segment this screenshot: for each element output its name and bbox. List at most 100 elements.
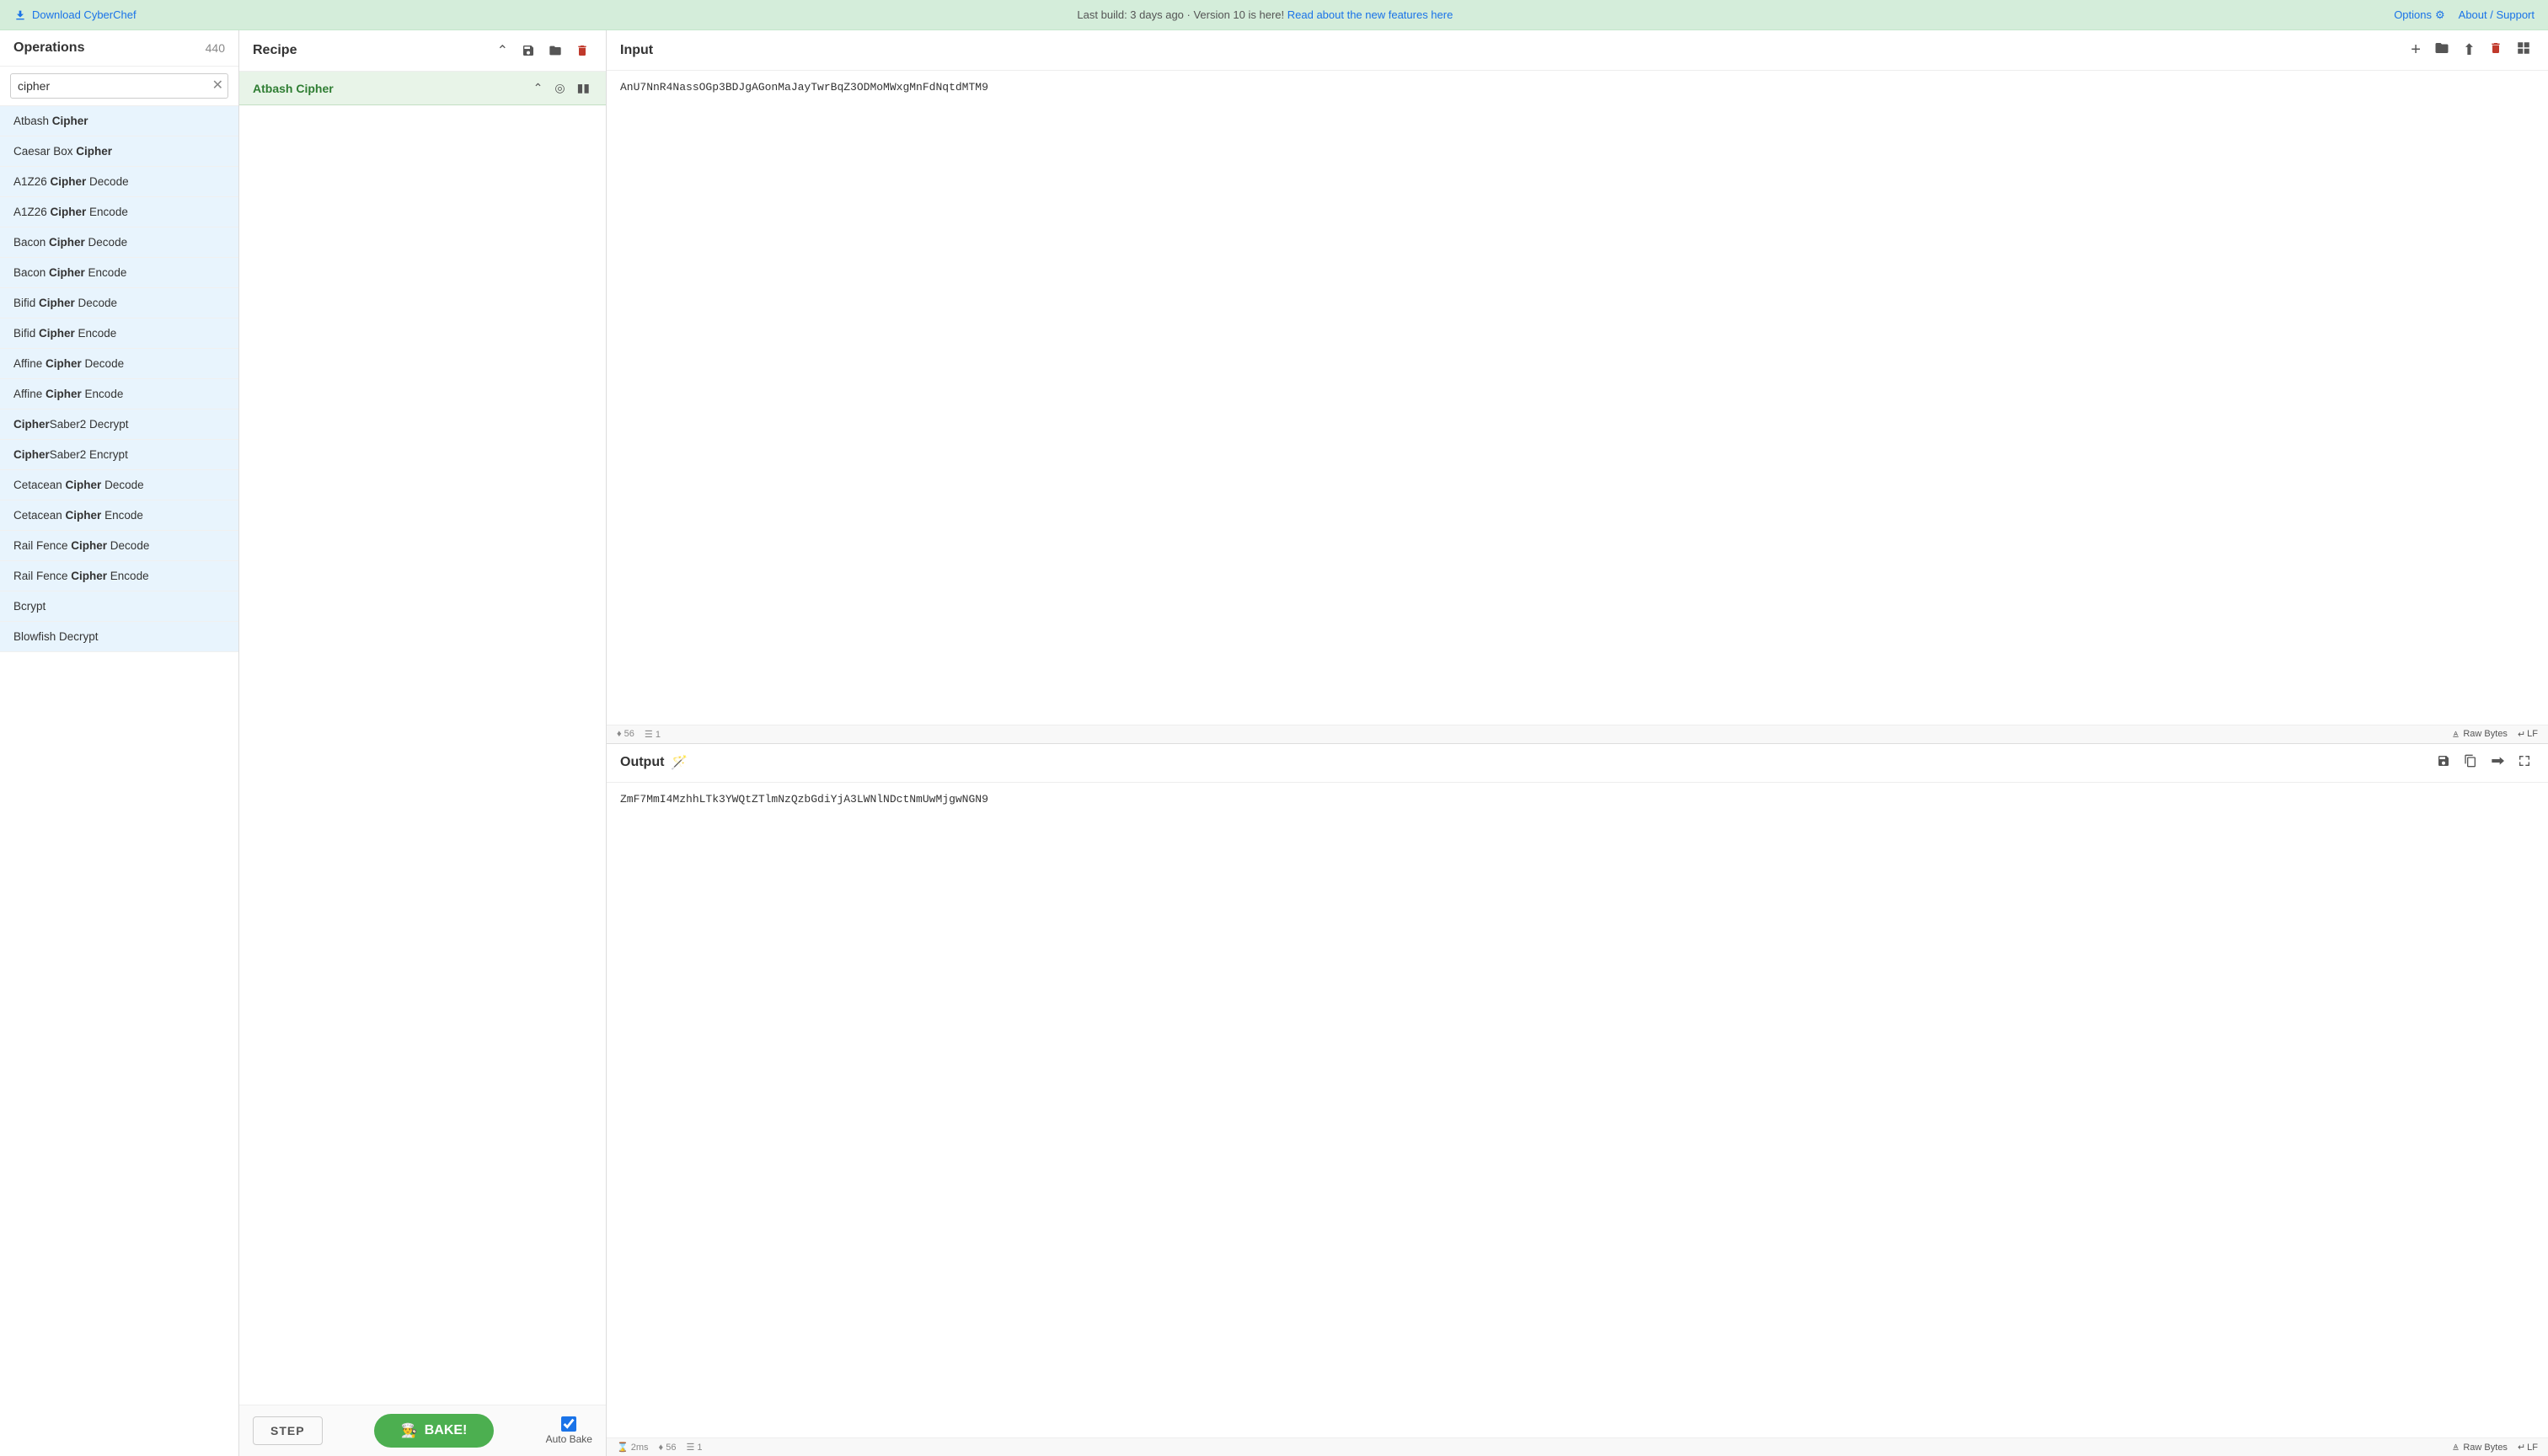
operation-item[interactable]: A1Z26 Cipher Decode <box>0 167 238 197</box>
fullscreen-output-button[interactable] <box>2514 752 2535 774</box>
operations-list: Atbash CipherCaesar Box CipherA1Z26 Ciph… <box>0 106 238 1456</box>
magic-wand-button[interactable]: 🪄 <box>671 754 688 771</box>
operation-item[interactable]: Bifid Cipher Encode <box>0 318 238 349</box>
recipe-item-name: Atbash Cipher <box>253 82 334 95</box>
recipe-title: Recipe <box>253 43 297 58</box>
output-statusbar-left: ⌛ 2ms ♦ 56 ☰ 1 <box>617 1442 703 1453</box>
auto-bake-label: Auto Bake <box>546 1433 592 1445</box>
recipe-item-atbash: Atbash Cipher ⌃ ◎ ▮▮ <box>239 72 606 105</box>
download-icon <box>13 8 27 22</box>
build-message: Last build: 3 days ago · Version 10 is h… <box>1077 8 1453 21</box>
collapse-recipe-button[interactable]: ⌃ <box>494 40 511 61</box>
save-recipe-button[interactable] <box>518 40 538 61</box>
recipe-content <box>239 105 606 1405</box>
operation-item[interactable]: Atbash Cipher <box>0 106 238 136</box>
load-recipe-button[interactable] <box>545 40 565 61</box>
about-label: About / Support <box>2459 8 2535 21</box>
switch-input-layout-button[interactable] <box>2513 39 2535 62</box>
clear-search-button[interactable]: ✕ <box>212 79 223 93</box>
output-toolbar <box>2433 752 2535 774</box>
options-label: Options <box>2394 8 2432 21</box>
operation-item[interactable]: Rail Fence Cipher Encode <box>0 561 238 592</box>
operation-item[interactable]: A1Z26 Cipher Encode <box>0 197 238 228</box>
operation-item[interactable]: Caesar Box Cipher <box>0 136 238 167</box>
operation-item[interactable]: Affine Cipher Decode <box>0 349 238 379</box>
pause-item-button[interactable]: ▮▮ <box>575 80 592 96</box>
topbar-right: Options ⚙ About / Support <box>2394 8 2535 22</box>
operation-item[interactable]: CipherSaber2 Decrypt <box>0 410 238 440</box>
load-file-button[interactable] <box>2431 39 2453 62</box>
operation-item[interactable]: CipherSaber2 Encrypt <box>0 440 238 470</box>
operations-title: Operations <box>13 40 84 56</box>
send-to-input-button[interactable] <box>2487 752 2508 774</box>
download-label: Download CyberChef <box>32 8 136 21</box>
input-section: Input + ⬆ ♦ 56 <box>607 30 2548 744</box>
copy-output-button[interactable] <box>2460 752 2481 774</box>
recipe-item-controls: ⌃ ◎ ▮▮ <box>531 80 592 96</box>
output-chars-indicator: ♦ 56 <box>659 1443 677 1453</box>
operation-item[interactable]: Rail Fence Cipher Decode <box>0 531 238 561</box>
clear-input-button[interactable] <box>2486 39 2506 62</box>
bake-button[interactable]: 👨‍🍳 BAKE! <box>374 1414 495 1448</box>
operations-count: 440 <box>206 41 225 55</box>
input-magic-label: ♦ 56 <box>617 729 634 739</box>
build-text: Last build: 3 days ago · Version 10 is h… <box>1077 8 1287 21</box>
operation-item[interactable]: Affine Cipher Encode <box>0 379 238 410</box>
output-type-label: Raw Bytes <box>2451 1443 2508 1453</box>
output-header: Output 🪄 <box>607 744 2548 783</box>
step-button[interactable]: STEP <box>253 1416 323 1445</box>
output-line-ending-label: ↵ LF <box>2518 1442 2538 1453</box>
operation-item[interactable]: Cetacean Cipher Decode <box>0 470 238 500</box>
options-link[interactable]: Options ⚙ <box>2394 8 2444 22</box>
recipe-footer: STEP 👨‍🍳 BAKE! Auto Bake <box>239 1405 606 1456</box>
add-input-button[interactable]: + <box>2407 39 2424 62</box>
input-title: Input <box>620 43 653 58</box>
operations-panel: Operations 440 ✕ Atbash CipherCaesar Box… <box>0 30 239 1456</box>
output-section: Output 🪄 <box>607 744 2548 1456</box>
build-link[interactable]: Read about the new features here <box>1287 8 1453 21</box>
input-lines-indicator: ☰ 1 <box>645 729 661 740</box>
output-lines-indicator: ☰ 1 <box>686 1442 702 1453</box>
input-statusbar: ♦ 56 ☰ 1 Raw Bytes ↵ LF <box>607 725 2548 743</box>
main-layout: Operations 440 ✕ Atbash CipherCaesar Box… <box>0 30 2548 1456</box>
search-input[interactable] <box>10 73 228 99</box>
output-statusbar: ⌛ 2ms ♦ 56 ☰ 1 Raw Bytes ↵ LF <box>607 1437 2548 1456</box>
io-panel: Input + ⬆ ♦ 56 <box>607 30 2548 1456</box>
output-value: ZmF7MmI4MzhhLTk3YWQtZTlmNzQzbGdiYjA3LWNl… <box>620 793 988 806</box>
collapse-item-button[interactable]: ⌃ <box>531 80 546 96</box>
about-link[interactable]: About / Support <box>2459 8 2535 21</box>
operations-header: Operations 440 <box>0 30 238 67</box>
gear-icon: ⚙ <box>2435 8 2445 22</box>
input-statusbar-left: ♦ 56 ☰ 1 <box>617 729 661 740</box>
recipe-panel: Recipe ⌃ Atbash Cipher ⌃ ◎ ▮▮ <box>239 30 607 1456</box>
topbar: Download CyberChef Last build: 3 days ag… <box>0 0 2548 30</box>
auto-bake-checkbox[interactable] <box>561 1416 576 1432</box>
operation-item[interactable]: Bacon Cipher Decode <box>0 228 238 258</box>
input-header: Input + ⬆ <box>607 30 2548 71</box>
output-content: ZmF7MmI4MzhhLTk3YWQtZTlmNzQzbGdiYjA3LWNl… <box>607 783 2548 1438</box>
search-box: ✕ <box>0 67 238 106</box>
save-output-button[interactable] <box>2433 752 2454 774</box>
input-textarea[interactable] <box>607 71 2548 725</box>
output-statusbar-right: Raw Bytes ↵ LF <box>2451 1442 2538 1453</box>
bake-label: BAKE! <box>425 1423 468 1438</box>
recipe-header: Recipe ⌃ <box>239 30 606 72</box>
operation-item[interactable]: Bacon Cipher Encode <box>0 258 238 288</box>
output-time-label: ⌛ 2ms <box>617 1442 649 1453</box>
operation-item[interactable]: Bifid Cipher Decode <box>0 288 238 318</box>
operation-item[interactable]: Cetacean Cipher Encode <box>0 500 238 531</box>
chef-icon: 👨‍🍳 <box>401 1422 418 1439</box>
disable-item-button[interactable]: ◎ <box>552 80 567 96</box>
operation-item[interactable]: Blowfish Decrypt <box>0 622 238 652</box>
auto-bake-wrap: Auto Bake <box>546 1416 592 1445</box>
recipe-toolbar: ⌃ <box>494 40 592 61</box>
input-toolbar: + ⬆ <box>2407 39 2535 62</box>
download-cyberchef-link[interactable]: Download CyberChef <box>13 8 136 22</box>
clear-recipe-button[interactable] <box>572 40 592 61</box>
output-title: Output <box>620 755 664 770</box>
input-type-label: Raw Bytes <box>2451 729 2508 739</box>
input-line-ending-label: ↵ LF <box>2518 729 2538 740</box>
operation-item[interactable]: Bcrypt <box>0 592 238 622</box>
upload-input-button[interactable]: ⬆ <box>2460 39 2479 62</box>
output-title-wrap: Output 🪄 <box>620 754 688 771</box>
